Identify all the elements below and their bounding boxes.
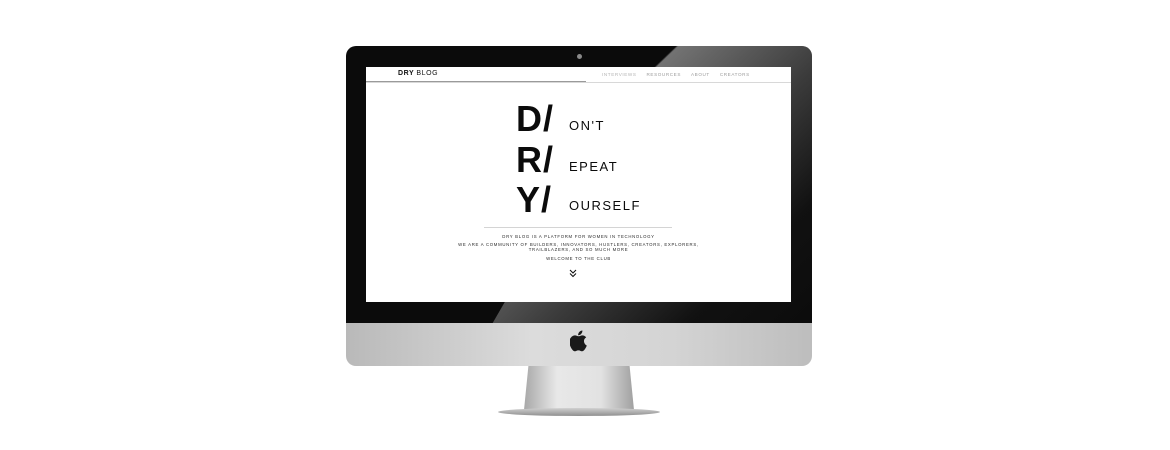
hero-word-dont: ON'T — [569, 118, 605, 133]
tagline-platform: DRY BLOG IS A PLATFORM FOR WOMEN IN TECH… — [502, 234, 655, 239]
tagline-welcome: WELCOME TO THE CLUB — [546, 256, 611, 261]
apple-logo-icon — [570, 330, 587, 352]
hero-divider — [484, 227, 672, 228]
hero-letter-d: D/ — [516, 98, 554, 139]
imac-monitor: DRY BLOG INTERVIEWS RESOURCES ABOUT CREAT… — [346, 46, 812, 418]
brand-name-bold: DRY — [398, 70, 415, 77]
tagline-trailblazers: TRAILBLAZERS, AND SO MUCH MORE — [528, 247, 629, 252]
monitor-stand-foot — [498, 408, 660, 416]
navbar: DRY BLOG INTERVIEWS RESOURCES ABOUT CREAT… — [366, 67, 791, 83]
nav-links: INTERVIEWS RESOURCES ABOUT CREATORS — [602, 72, 760, 77]
nav-link-resources[interactable]: RESOURCES — [647, 72, 682, 77]
nav-link-about[interactable]: ABOUT — [691, 72, 710, 77]
brand-logo[interactable]: DRY BLOG — [398, 70, 438, 77]
brand-name-rest: BLOG — [416, 70, 439, 77]
hero-letter-y: Y/ — [516, 179, 553, 220]
screen: DRY BLOG INTERVIEWS RESOURCES ABOUT CREAT… — [366, 67, 791, 302]
nav-progress-bar — [366, 81, 586, 82]
monitor-bezel: DRY BLOG INTERVIEWS RESOURCES ABOUT CREAT… — [346, 46, 812, 323]
camera-icon — [577, 54, 582, 59]
nav-link-creators[interactable]: CREATORS — [720, 72, 750, 77]
monitor-stand — [524, 366, 634, 410]
hero-word-yourself: OURSELF — [569, 198, 641, 213]
nav-link-interviews[interactable]: INTERVIEWS — [602, 72, 637, 77]
hero-word-repeat: EPEAT — [569, 159, 619, 174]
double-chevron-down-icon[interactable] — [569, 269, 577, 278]
hero-letter-r: R/ — [516, 139, 554, 180]
